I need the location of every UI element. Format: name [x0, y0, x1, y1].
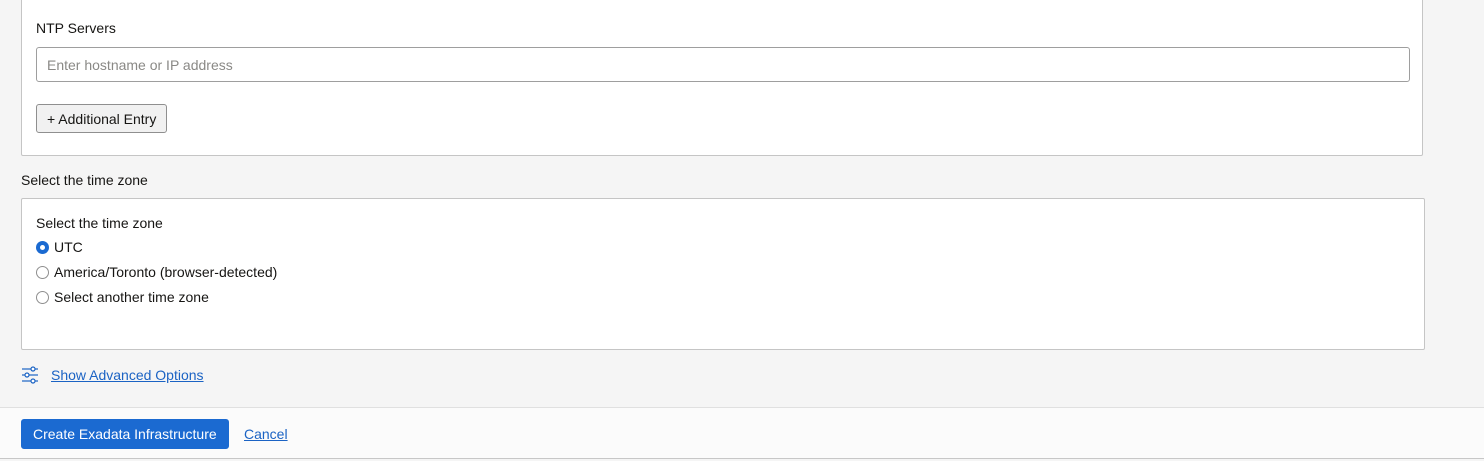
ntp-servers-panel: NTP Servers + Additional Entry	[21, 0, 1423, 156]
ntp-server-input[interactable]	[36, 47, 1410, 82]
time-zone-group-label: Select the time zone	[36, 215, 163, 231]
ntp-servers-label: NTP Servers	[36, 20, 116, 36]
additional-entry-button[interactable]: + Additional Entry	[36, 104, 168, 133]
radio-unselected-icon[interactable]	[36, 290, 49, 304]
show-advanced-options-link[interactable]: Show Advanced Options	[51, 367, 204, 383]
sliders-icon	[22, 366, 38, 384]
show-advanced-options[interactable]: Show Advanced Options	[21, 366, 204, 384]
time-zone-option-label: Select another time zone	[54, 289, 209, 305]
time-zone-section-title: Select the time zone	[21, 172, 148, 188]
time-zone-option-other[interactable]: Select another time zone	[36, 289, 209, 305]
radio-selected-icon[interactable]	[36, 240, 49, 254]
cancel-link[interactable]: Cancel	[244, 426, 288, 442]
form-footer: Create Exadata Infrastructure Cancel	[0, 407, 1484, 459]
radio-unselected-icon[interactable]	[36, 265, 49, 279]
time-zone-option-label: America/Toronto (browser-detected)	[54, 264, 278, 280]
time-zone-option-utc[interactable]: UTC	[36, 239, 83, 255]
time-zone-option-browser-detected[interactable]: America/Toronto (browser-detected)	[36, 264, 277, 280]
create-exadata-infrastructure-button[interactable]: Create Exadata Infrastructure	[21, 419, 229, 449]
time-zone-panel: Select the time zone UTC America/Toronto…	[21, 198, 1425, 350]
time-zone-option-label: UTC	[54, 239, 83, 255]
